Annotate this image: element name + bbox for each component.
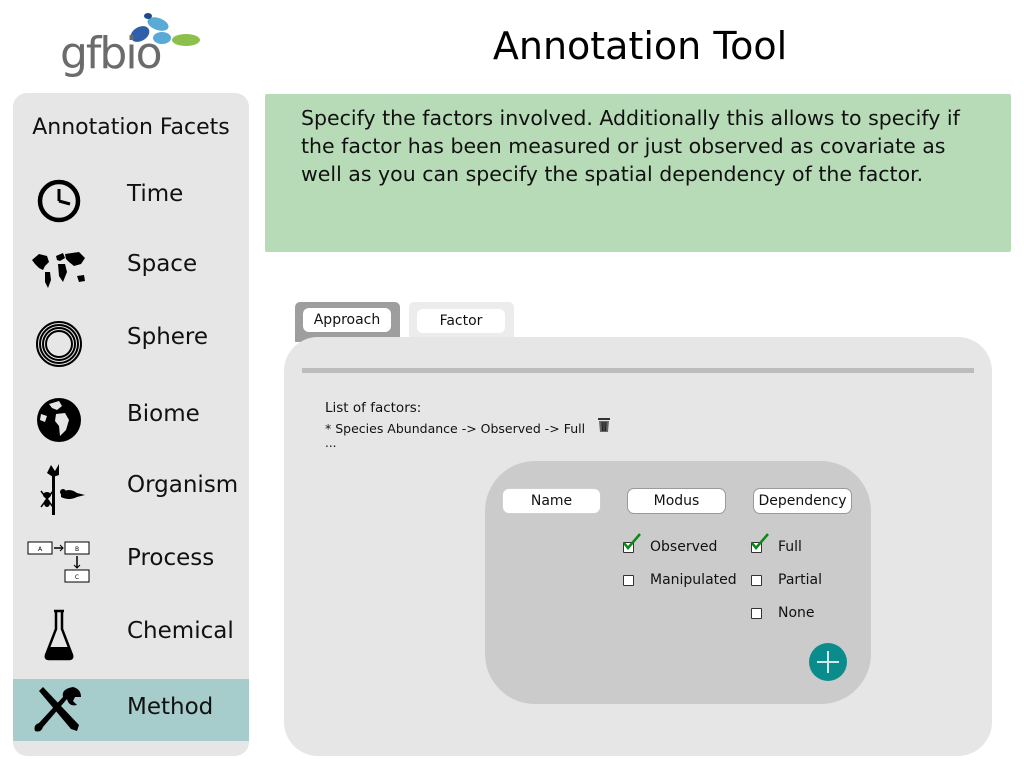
checkbox-box [751,575,762,586]
dependency-header: Dependency [753,488,852,514]
flask-icon [44,609,74,661]
modus-manipulated-checkbox[interactable]: Manipulated [623,572,753,590]
factor-list-item: * Species Abundance -> Observed -> Full [325,421,586,436]
sidebar-item-label: Sphere [127,324,209,350]
tab-factor[interactable]: Factor [409,302,514,342]
dependency-full-checkbox[interactable]: Full [751,533,831,557]
checkmark-icon [623,533,641,550]
concentric-circles-icon [36,321,82,367]
option-label: Partial [778,572,822,588]
tab-label: Approach [303,308,391,332]
facets-sidebar: Annotation Facets Time Space Sphere Biom… [13,93,249,756]
sidebar-item-label: Method [127,694,214,720]
tools-icon [34,687,81,732]
sidebar-item-label: Biome [127,401,200,427]
info-text: Specify the factors involved. Additional… [301,106,960,186]
sidebar-item-method[interactable]: Method [13,679,249,741]
sidebar-item-biome[interactable]: Biome [13,386,249,448]
checkbox-box [751,608,762,619]
option-label: Full [778,539,802,555]
world-map-icon [32,252,85,288]
sidebar-item-organism[interactable]: Organism [13,457,249,519]
globe-icon [37,398,81,442]
sidebar-item-label: Chemical [127,618,234,644]
sidebar-item-sphere[interactable]: Sphere [13,309,249,371]
factors-list-heading: List of factors: [325,400,422,416]
info-box: Specify the factors involved. Additional… [265,94,1011,252]
add-factor-button[interactable] [809,643,847,681]
plus-icon [817,651,839,673]
dependency-partial-checkbox[interactable]: Partial [751,572,841,590]
process-diagram-icon: A B C [27,541,90,583]
dependency-none-checkbox[interactable]: None [751,605,841,623]
option-label: None [778,605,815,621]
sidebar-item-label: Space [127,251,198,277]
sidebar-item-chemical[interactable]: Chemical [13,603,249,665]
sidebar-item-label: Process [127,545,215,571]
organisms-icon [40,464,85,515]
checkbox-box [623,575,634,586]
checkmark-icon [751,533,769,550]
name-input[interactable]: Name [502,488,601,514]
trash-icon[interactable] [597,417,611,433]
sidebar-item-space[interactable]: Space [13,236,249,298]
option-label: Observed [650,539,718,555]
process-box-c-label: C [75,574,79,581]
gfbio-logo: gfbio [60,10,205,80]
process-box-b-label: B [75,546,79,553]
clock-icon [37,179,81,223]
tab-approach[interactable]: Approach [295,302,400,342]
panel-divider [302,368,974,373]
page-title: Annotation Tool [492,24,788,68]
factor-list-more: ... [325,436,337,450]
sidebar-item-label: Organism [127,472,239,498]
sidebar-item-time[interactable]: Time [13,166,249,228]
logo-wordmark: gfbio [60,28,162,79]
modus-observed-checkbox[interactable]: Observed [623,533,733,557]
tab-label: Factor [417,309,505,333]
sidebar-item-process[interactable]: A B C Process [13,530,249,592]
option-label: Manipulated [650,572,737,588]
modus-header: Modus [627,488,726,514]
sidebar-item-label: Time [127,181,184,207]
sidebar-title: Annotation Facets [32,115,230,140]
